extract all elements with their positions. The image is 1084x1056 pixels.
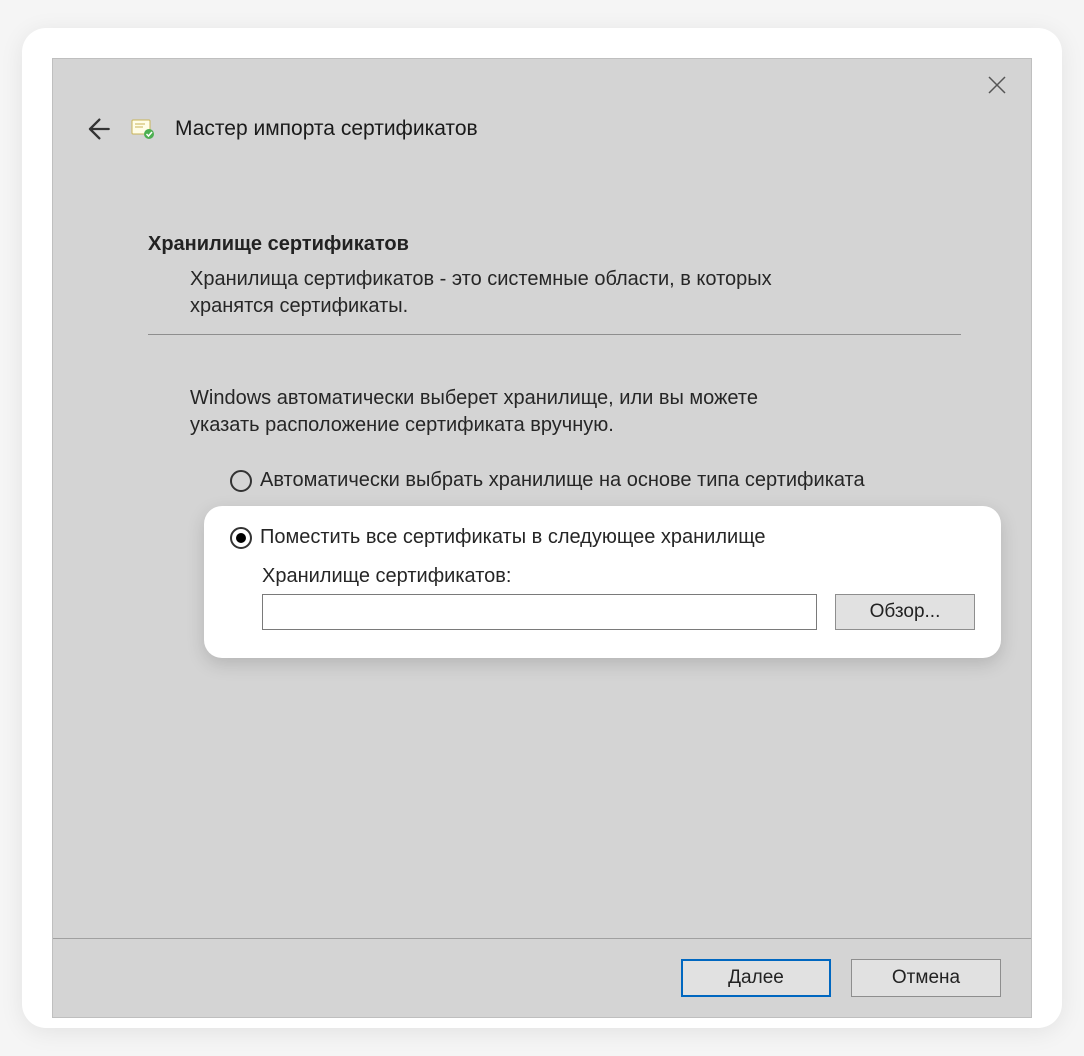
- dialog-header: Мастер импорта сертификатов: [53, 59, 1031, 143]
- back-button[interactable]: [83, 115, 111, 143]
- section-description: Хранилища сертификатов - это системные о…: [148, 266, 961, 334]
- store-radio-group: Автоматически выбрать хранилище на основ…: [148, 469, 961, 658]
- wizard-title: Мастер импорта сертификатов: [175, 117, 478, 141]
- outer-frame: Мастер импорта сертификатов Хранилище се…: [22, 28, 1062, 1028]
- next-button[interactable]: Далее: [681, 959, 831, 997]
- close-icon: [985, 73, 1009, 97]
- certificate-icon: [129, 115, 157, 143]
- dialog-content: Хранилище сертификатов Хранилища сертифи…: [53, 143, 1031, 938]
- store-input-row: Обзор...: [262, 594, 975, 630]
- section-heading: Хранилище сертификатов: [148, 233, 961, 256]
- certificate-store-input[interactable]: [262, 594, 817, 630]
- section-divider: [148, 334, 961, 335]
- back-arrow-icon: [83, 115, 111, 143]
- radio-auto-select[interactable]: Автоматически выбрать хранилище на основ…: [230, 469, 961, 492]
- close-button[interactable]: [985, 73, 1009, 97]
- radio-manual-label: Поместить все сертификаты в следующее хр…: [260, 526, 766, 549]
- browse-button[interactable]: Обзор...: [835, 594, 975, 630]
- wizard-dialog: Мастер импорта сертификатов Хранилище се…: [52, 58, 1032, 1018]
- radio-icon: [230, 470, 252, 492]
- store-field-label: Хранилище сертификатов:: [262, 565, 975, 588]
- radio-auto-label: Автоматически выбрать хранилище на основ…: [260, 469, 865, 492]
- radio-icon: [230, 527, 252, 549]
- instruction-text: Windows автоматически выберет хранилище,…: [148, 385, 961, 439]
- radio-manual-select[interactable]: Поместить все сертификаты в следующее хр…: [230, 526, 975, 549]
- cancel-button[interactable]: Отмена: [851, 959, 1001, 997]
- manual-option-panel: Поместить все сертификаты в следующее хр…: [204, 506, 1001, 658]
- dialog-footer: Далее Отмена: [53, 938, 1031, 1017]
